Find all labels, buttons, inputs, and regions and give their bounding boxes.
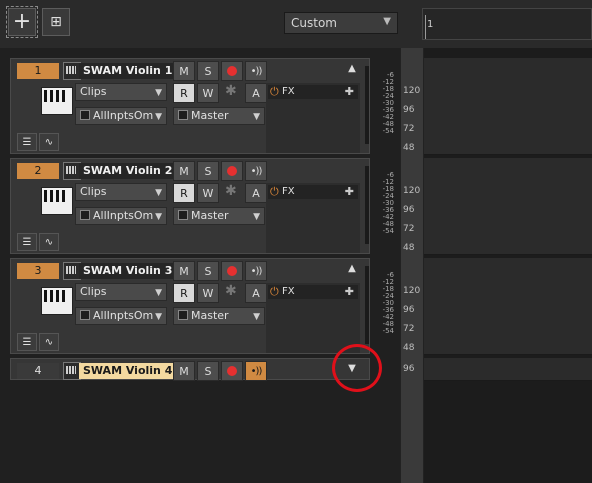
velocity-label: 120 bbox=[403, 286, 421, 296]
velocity-label: 72 bbox=[403, 324, 415, 334]
velocity-label: 96 bbox=[403, 105, 415, 115]
velocity-label: 96 bbox=[403, 205, 415, 215]
track-lane[interactable] bbox=[424, 58, 592, 155]
toolbar: + ⊞ Custom ▼ 1 bbox=[0, 0, 592, 48]
chevron-down-icon: ▼ bbox=[383, 16, 391, 27]
level-meter-scale: -6 -12 -18 -24 -30 -36 -42 -48 -54 bbox=[362, 72, 394, 152]
level-meter-scale: -6 -12 -18 -24 -30 -36 -42 -48 -54 bbox=[362, 172, 394, 252]
velocity-label: 48 bbox=[403, 243, 415, 253]
velocity-label: 72 bbox=[403, 224, 415, 234]
track-lane[interactable] bbox=[424, 158, 592, 255]
meter-tick-label: -54 bbox=[382, 127, 394, 135]
track-lane[interactable] bbox=[424, 358, 592, 381]
duplicate-track-button[interactable]: ⊞ bbox=[42, 8, 70, 36]
meter-tick-label: -54 bbox=[382, 227, 394, 235]
meter-column: -6 -12 -18 -24 -30 -36 -42 -48 -54 -6 -12 -18 -24 -30… bbox=[0, 48, 400, 378]
preset-dropdown[interactable]: Custom ▼ bbox=[284, 12, 398, 34]
velocity-label: 120 bbox=[403, 186, 421, 196]
velocity-label: 72 bbox=[403, 124, 415, 134]
timeline-ruler[interactable]: 1 bbox=[422, 8, 592, 40]
track-lane[interactable] bbox=[424, 258, 592, 355]
level-meter-scale: -6 -12 -18 -24 -30 -36 -42 -48 -54 bbox=[362, 272, 394, 352]
velocity-label: 96 bbox=[403, 305, 415, 315]
velocity-scale-strip: 120 96 72 48 120 96 72 48 120 96 72 48 96 bbox=[400, 48, 424, 483]
ruler-bar-label: 1 bbox=[427, 19, 434, 30]
meter-tick-label: -54 bbox=[382, 327, 394, 335]
velocity-label: 48 bbox=[403, 143, 415, 153]
velocity-label: 120 bbox=[403, 86, 421, 96]
preset-dropdown-value: Custom bbox=[291, 16, 337, 30]
add-track-button[interactable]: + bbox=[6, 6, 38, 38]
ruler-marker bbox=[425, 15, 426, 39]
arrange-view[interactable] bbox=[424, 48, 592, 483]
highlight-circle bbox=[332, 344, 382, 392]
velocity-label: 96 bbox=[403, 364, 415, 374]
velocity-label: 48 bbox=[403, 343, 415, 353]
